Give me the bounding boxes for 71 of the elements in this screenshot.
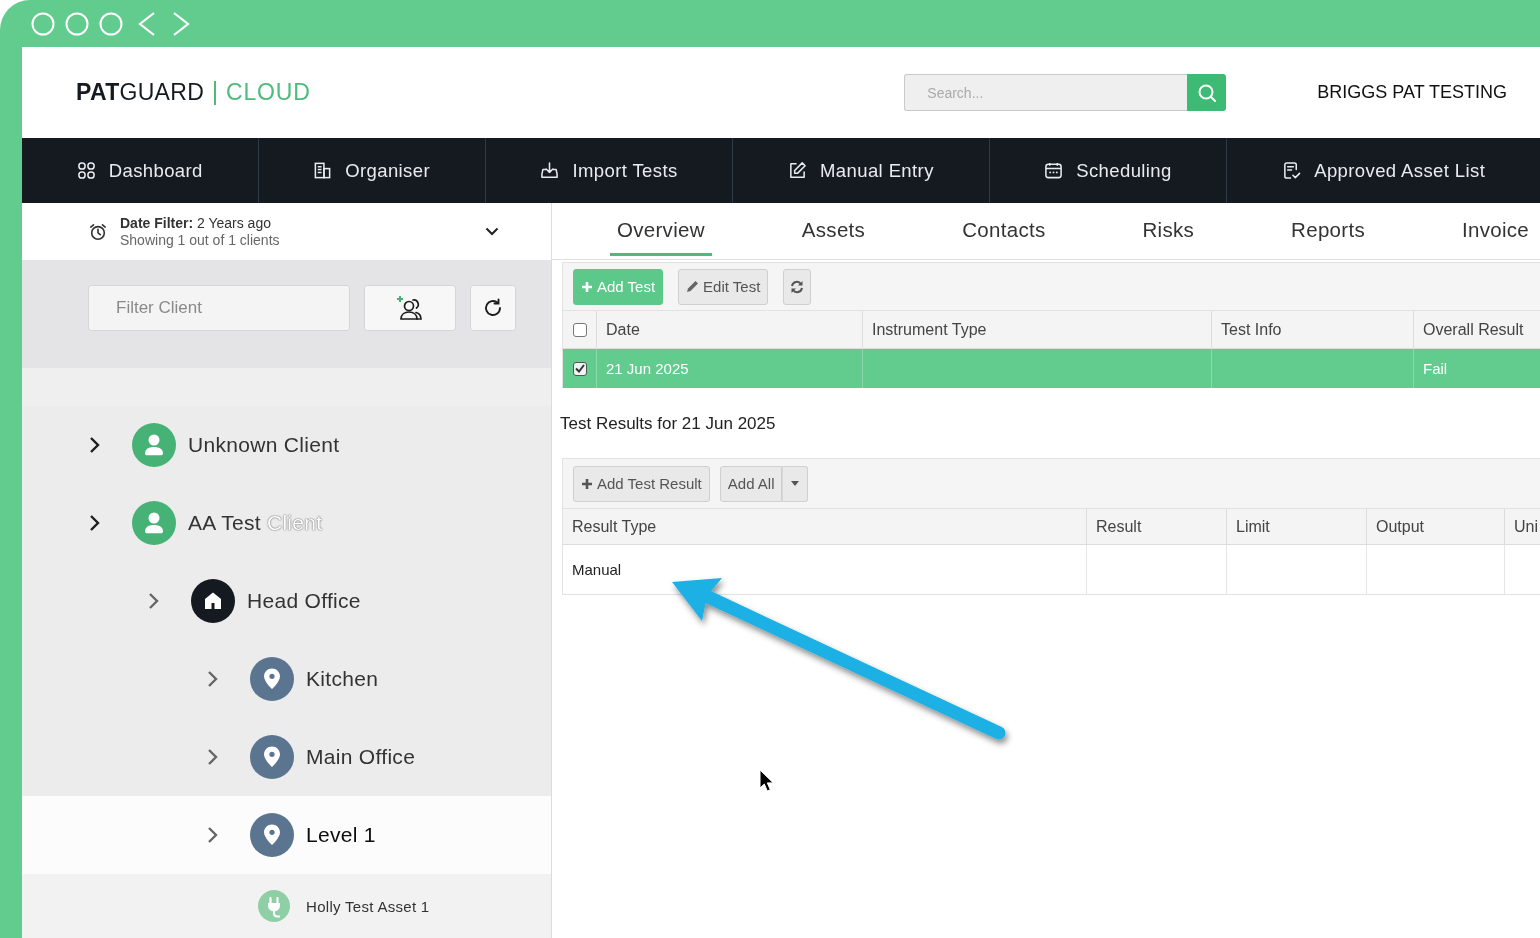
table-cell-text: Fail [1422, 359, 1449, 379]
checklist-icon [1282, 161, 1302, 180]
chevron-down-icon[interactable] [485, 227, 499, 236]
tab[interactable]: Risks [1135, 203, 1202, 256]
calendar-icon [1044, 161, 1064, 180]
map-pin-icon [250, 735, 294, 779]
add-client-button[interactable] [364, 285, 456, 331]
section-title: Test Results for 21 Jun 2025 [560, 413, 777, 435]
chevron-right-icon[interactable] [89, 514, 100, 532]
document-icon [313, 161, 333, 180]
chevron-right-icon[interactable] [89, 436, 100, 454]
search-icon [1196, 82, 1217, 103]
tree-item-label: Kitchen [306, 667, 379, 691]
grid-icon [76, 161, 96, 180]
drag-ghost-text: Client [266, 511, 323, 535]
tree-item[interactable]: Level 1 [22, 796, 551, 874]
edit-icon [788, 161, 807, 180]
column-header[interactable]: Uni [1505, 509, 1540, 544]
house-icon [191, 579, 235, 623]
map-pin-icon [250, 813, 294, 857]
table-cell: 21 Jun 2025 [597, 349, 863, 388]
person-icon [132, 423, 176, 467]
tree-item-label: Level 1 [306, 823, 376, 847]
tree-item-label: Holly Test Asset 1 [306, 897, 430, 915]
person-icon [132, 501, 176, 545]
tab[interactable]: Invoice [1455, 203, 1537, 256]
refresh-icon [483, 298, 503, 318]
tree-item-label: Main Office [306, 745, 416, 769]
tab[interactable]: Contacts [955, 203, 1053, 256]
tree-item-label: Head Office [247, 589, 361, 613]
edit-button[interactable]: Edit Test [678, 268, 769, 305]
checkbox[interactable] [572, 361, 587, 376]
map-pin-icon [250, 657, 294, 701]
column-header[interactable]: Test Info [1212, 311, 1414, 348]
filter-field[interactable]: Filter Client [88, 285, 350, 331]
client-count-text: Showing 1 out of 1 clients [120, 231, 280, 249]
search-button[interactable] [1187, 74, 1227, 111]
refresh-button[interactable] [470, 285, 516, 331]
plus-icon [581, 280, 593, 293]
column-header[interactable]: Limit [1227, 509, 1367, 544]
caret-down-icon [791, 481, 800, 486]
checkbox[interactable] [572, 322, 587, 337]
tab[interactable]: Overview [610, 203, 712, 256]
tab[interactable]: Assets [794, 203, 873, 256]
logo-text: PATGUARD [76, 79, 205, 106]
date-filter-label: Date Filter: 2 Years ago [120, 214, 272, 232]
tree-item-label: Unknown Client [188, 433, 340, 457]
add-users-icon [395, 295, 425, 321]
dropdown-toggle[interactable] [782, 465, 809, 502]
refresh-button[interactable] [783, 268, 812, 305]
column-header[interactable]: Output [1367, 509, 1505, 544]
table-row[interactable]: Manual [562, 545, 1540, 595]
column-header[interactable]: Date [597, 311, 863, 348]
plug-icon [258, 890, 290, 922]
tab[interactable]: Reports [1284, 203, 1372, 256]
logo-product-text: CLOUD [226, 79, 311, 106]
pencil-icon [686, 280, 700, 293]
account-name: BRIGGS PAT TESTING [1317, 82, 1507, 103]
alarm-clock-icon [89, 222, 107, 241]
split-button[interactable]: Add All [719, 465, 783, 502]
add-button[interactable]: Add Test Result [573, 465, 710, 502]
mouse-cursor-icon [759, 769, 774, 792]
tree-item-label: AA Test [188, 511, 261, 535]
download-icon [540, 161, 560, 180]
column-header[interactable]: Overall Result [1414, 311, 1540, 348]
column-header[interactable]: Result Type [563, 509, 1087, 544]
search-field[interactable]: Search... [904, 74, 1188, 111]
plus-icon [581, 477, 593, 490]
column-header[interactable]: Instrument Type [863, 311, 1212, 348]
refresh-icon [790, 279, 805, 294]
column-header[interactable]: Result [1087, 509, 1227, 544]
